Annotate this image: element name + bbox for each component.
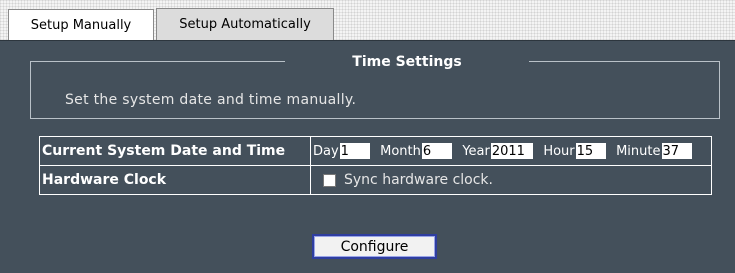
day-label: Day	[313, 143, 339, 159]
month-field: Month	[380, 143, 452, 160]
minute-input[interactable]	[661, 143, 692, 160]
hwclock-label: Hardware Clock	[39, 165, 311, 195]
hour-field: Hour	[543, 143, 606, 160]
sync-hardware-clock-label[interactable]: Sync hardware clock.	[344, 172, 493, 188]
group-description: Set the system date and time manually.	[65, 92, 357, 108]
day-field: Day	[313, 143, 370, 160]
datetime-label: Current System Date and Time	[39, 136, 311, 166]
configure-button[interactable]: Configure	[312, 234, 437, 259]
hour-input[interactable]	[575, 143, 606, 160]
minute-field: Minute	[616, 143, 692, 160]
year-field: Year	[462, 143, 533, 160]
hwclock-cell: Sync hardware clock.	[310, 165, 712, 195]
year-input[interactable]	[490, 143, 533, 160]
settings-panel: Time Settings Set the system date and ti…	[0, 40, 735, 273]
time-settings-group: Time Settings Set the system date and ti…	[30, 52, 720, 119]
year-label: Year	[462, 143, 490, 159]
sync-hardware-clock-checkbox[interactable]	[323, 173, 336, 187]
minute-label: Minute	[616, 143, 661, 159]
day-input[interactable]	[339, 143, 370, 160]
tab-setup-manually[interactable]: Setup Manually	[8, 9, 154, 40]
table-row: Hardware Clock Sync hardware clock.	[39, 165, 712, 195]
month-label: Month	[380, 143, 421, 159]
table-row: Current System Date and Time Day Month Y…	[39, 136, 712, 166]
settings-table: Current System Date and Time Day Month Y…	[39, 136, 712, 195]
group-title: Time Settings	[285, 52, 529, 72]
tab-setup-automatically[interactable]: Setup Automatically	[156, 8, 334, 40]
hour-label: Hour	[543, 143, 575, 159]
datetime-fields: Day Month Year Hour Minute	[310, 136, 712, 166]
month-input[interactable]	[421, 143, 452, 160]
tab-strip: Setup Manually Setup Automatically	[0, 0, 735, 40]
